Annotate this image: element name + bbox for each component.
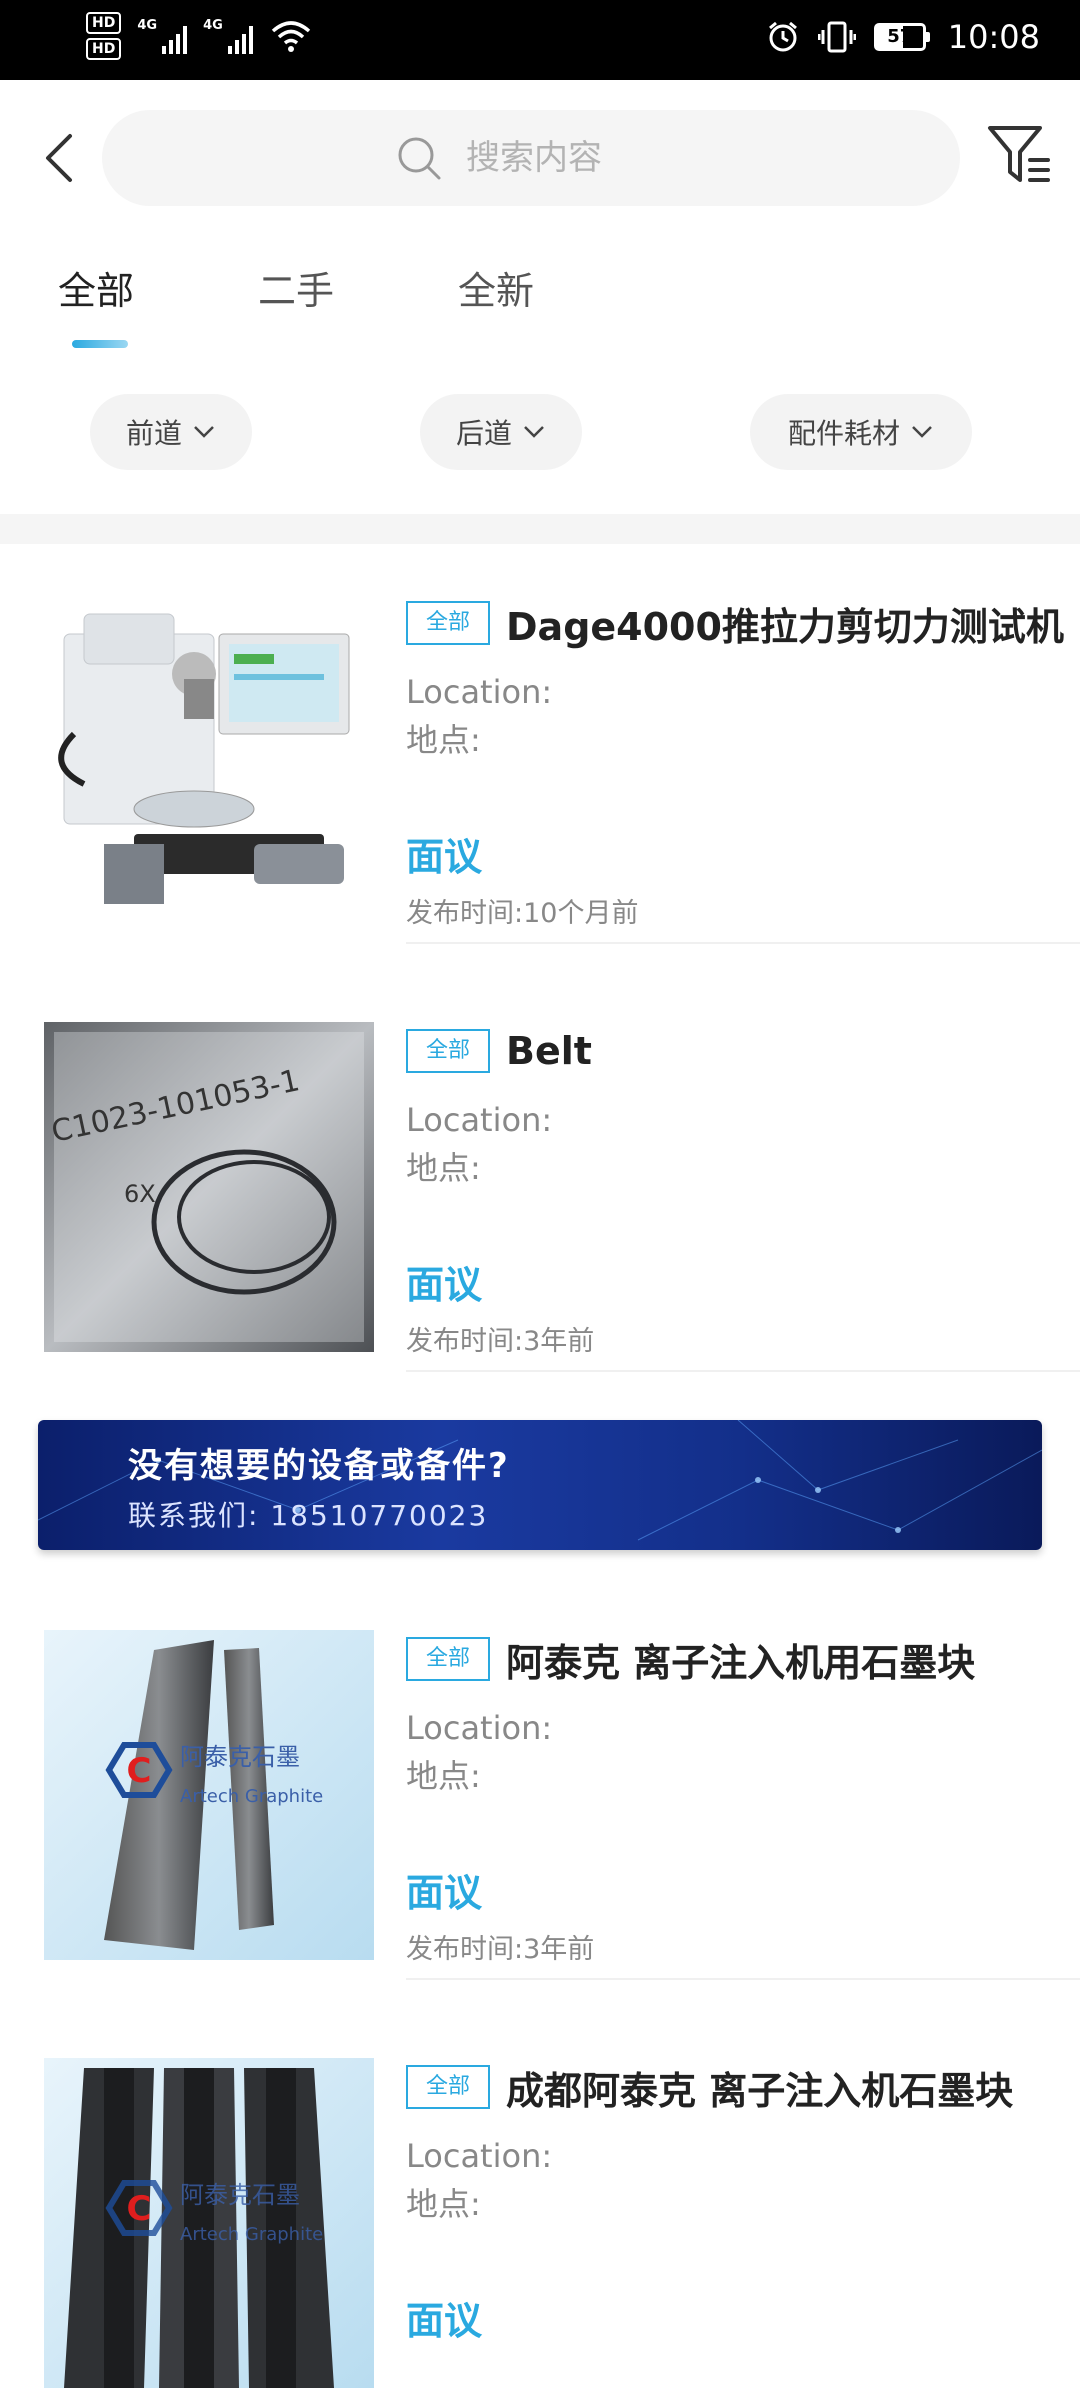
item-time: 发布时间:3年前 <box>406 1934 595 1965</box>
item-divider <box>406 1370 1080 1372</box>
status-bar-right: 57 10:08 <box>766 18 1040 56</box>
item-place: 地点: <box>406 721 481 759</box>
logo-text-en: Artech Graphite <box>180 1786 323 1807</box>
signal-icon-1: 4G <box>137 18 188 54</box>
item-info: 全部 Dage4000推拉力剪切力测试机 Location: 地点: 面议 发布… <box>406 596 1080 930</box>
alarm-icon <box>768 21 797 52</box>
item-title: Belt <box>506 1029 592 1073</box>
bag-mark: 6X <box>124 1180 156 1208</box>
title-row: 全部 Belt <box>406 1024 1080 1078</box>
filter-chip-label: 配件耗材 <box>787 417 900 450</box>
logo-text-en: Artech Graphite <box>180 2224 323 2245</box>
section-divider <box>0 514 1080 544</box>
item-price: 面议 <box>406 1871 483 1915</box>
vibrate-icon <box>817 21 856 53</box>
search-icon <box>398 137 441 180</box>
item-info: 全部 阿泰克 离子注入机用石墨块 Location: 地点: 面议 发布时间:3… <box>406 1632 1080 1966</box>
title-row: 全部 Dage4000推拉力剪切力测试机 <box>406 596 1080 650</box>
logo-letter: C <box>127 1751 152 1791</box>
item-price: 面议 <box>406 835 483 879</box>
item-divider <box>406 1978 1080 1980</box>
filter-chip-frontend[interactable]: 前道 <box>90 394 252 470</box>
wifi-icon <box>271 21 310 52</box>
tab-new[interactable]: 全新 <box>458 260 534 315</box>
search-input[interactable] <box>466 138 666 178</box>
item-title: Dage4000推拉力剪切力测试机 <box>506 604 1064 649</box>
product-image: C 阿泰克石墨 Artech Graphite <box>44 2058 374 2388</box>
item-location: Location: <box>406 673 553 711</box>
item-place: 地点: <box>406 1757 481 1795</box>
battery-level: 57 <box>873 23 926 51</box>
item-price: 面议 <box>406 1263 483 1307</box>
item-price: 面议 <box>406 2299 483 2343</box>
item-place: 地点: <box>406 1149 481 1187</box>
filter-chip-backend[interactable]: 后道 <box>420 394 582 470</box>
category-tag: 全部 <box>406 1029 491 1073</box>
list-item[interactable]: C1023-101053-1 6X 全部 Belt Location: 地点: … <box>0 972 1080 1372</box>
status-bar-left: HD HD 4G 4G <box>86 12 311 60</box>
title-row: 全部 成都阿泰克 离子注入机石墨块 <box>406 2060 1080 2114</box>
tab-all[interactable]: 全部 <box>58 260 134 315</box>
item-title: 阿泰克 离子注入机用石墨块 <box>506 1640 976 1685</box>
header <box>0 80 1080 236</box>
back-icon[interactable] <box>40 130 80 186</box>
battery-icon: 57 <box>873 23 930 51</box>
chevron-down-icon <box>912 426 932 438</box>
category-tag: 全部 <box>406 1637 491 1681</box>
list-item[interactable]: 全部 Dage4000推拉力剪切力测试机 Location: 地点: 面议 发布… <box>0 544 1080 944</box>
category-tabs: 全部 二手 全新 <box>0 236 1080 356</box>
contact-banner[interactable]: 没有想要的设备或备件? 联系我们: 18510770023 <box>38 1420 1042 1550</box>
item-time: 发布时间:3年前 <box>406 1326 595 1357</box>
product-image: C1023-101053-1 6X <box>44 1022 374 1352</box>
list-item[interactable]: C 阿泰克石墨 Artech Graphite 全部 成都阿泰克 离子注入机石墨… <box>0 2008 1080 2408</box>
tab-indicator <box>72 340 128 348</box>
logo-text-cn: 阿泰克石墨 <box>180 1743 300 1771</box>
item-info: 全部 成都阿泰克 离子注入机石墨块 Location: 地点: 面议 <box>406 2060 1080 2345</box>
hd-indicators: HD HD <box>86 12 122 60</box>
filter-chip-label: 前道 <box>125 417 182 450</box>
item-place: 地点: <box>406 2185 481 2223</box>
category-tag: 全部 <box>406 601 491 645</box>
item-location: Location: <box>406 2137 553 2175</box>
search-bar[interactable] <box>102 110 960 206</box>
status-time: 10:08 <box>947 18 1040 56</box>
filter-chip-parts[interactable]: 配件耗材 <box>750 394 972 470</box>
status-bar: HD HD 4G 4G 57 10:08 <box>0 0 1080 80</box>
product-image: C 阿泰克石墨 Artech Graphite <box>44 1630 374 1960</box>
item-info: 全部 Belt Location: 地点: 面议 发布时间:3年前 <box>406 1024 1080 1358</box>
filter-chips: 前道 后道 配件耗材 <box>0 390 1080 470</box>
tab-used[interactable]: 二手 <box>258 260 334 315</box>
item-location: Location: <box>406 1101 553 1139</box>
banner-title: 没有想要的设备或备件? <box>128 1446 510 1486</box>
hd-badge-1: HD <box>86 12 122 34</box>
hd-badge-2: HD <box>86 38 122 60</box>
signal-icon-2: 4G <box>203 18 253 54</box>
filter-chip-label: 后道 <box>455 417 512 450</box>
title-row: 全部 阿泰克 离子注入机用石墨块 <box>406 1632 1080 1686</box>
chevron-down-icon <box>524 426 544 438</box>
product-image <box>44 594 374 924</box>
logo-letter: C <box>127 2189 152 2229</box>
item-divider <box>406 942 1080 944</box>
filter-icon[interactable] <box>986 122 1052 190</box>
chevron-down-icon <box>194 426 214 438</box>
category-tag: 全部 <box>406 2065 491 2109</box>
list-item[interactable]: C 阿泰克石墨 Artech Graphite 全部 阿泰克 离子注入机用石墨块… <box>0 1580 1080 1980</box>
banner-subtitle: 联系我们: 18510770023 <box>128 1499 489 1532</box>
logo-text-cn: 阿泰克石墨 <box>180 2181 300 2209</box>
item-title: 成都阿泰克 离子注入机石墨块 <box>506 2068 1014 2113</box>
item-time: 发布时间:10个月前 <box>406 898 639 929</box>
item-location: Location: <box>406 1709 553 1747</box>
